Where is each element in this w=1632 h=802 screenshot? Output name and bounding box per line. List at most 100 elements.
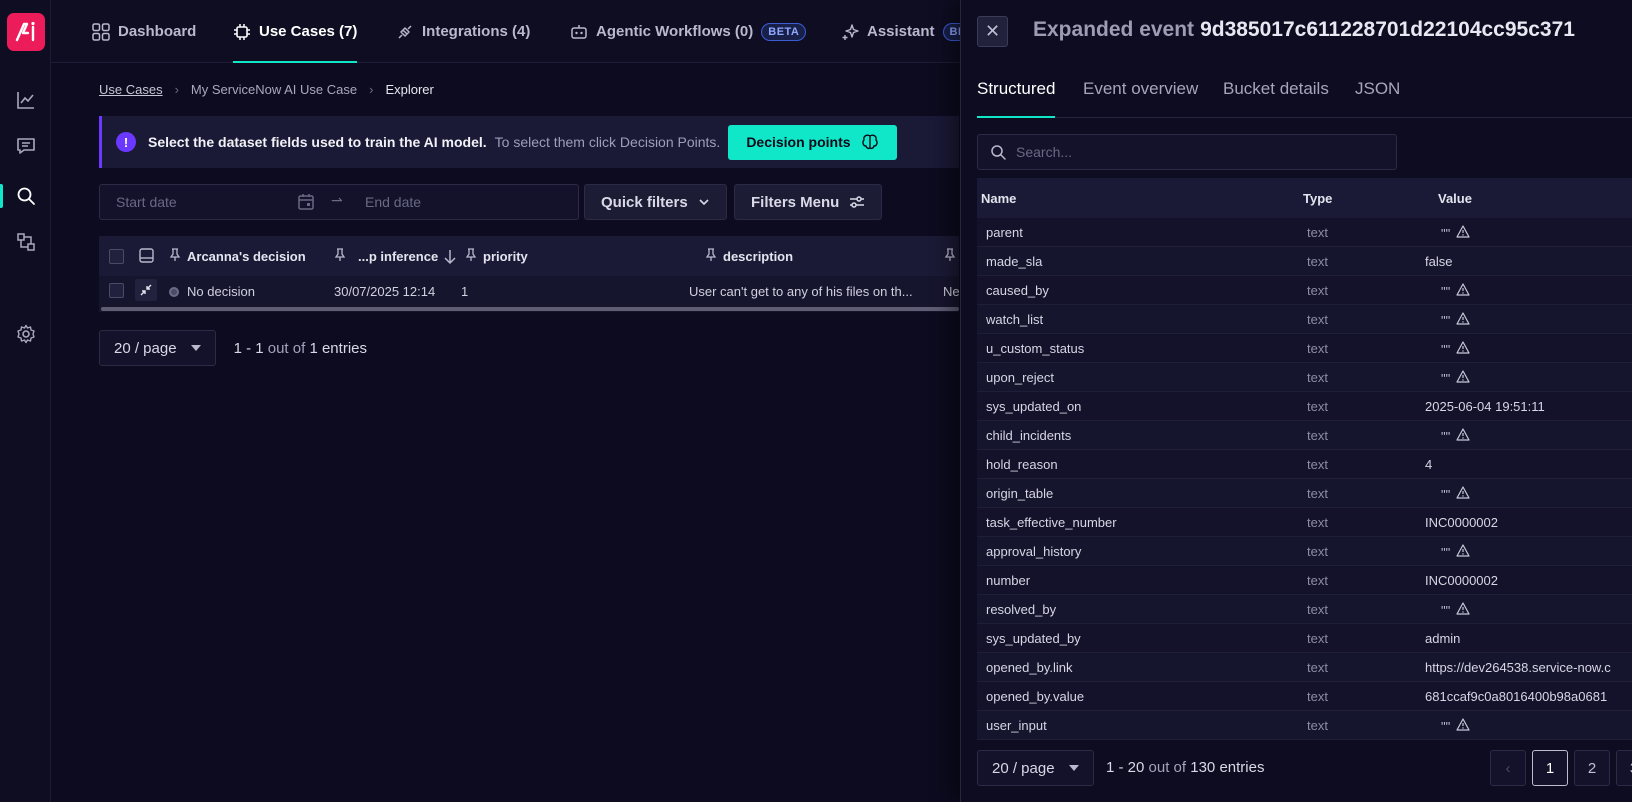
field-type: text (1307, 573, 1328, 588)
field-name: opened_by.value (986, 689, 1085, 704)
page-size-select[interactable]: 20 / page (977, 750, 1094, 786)
table-row: number text INC0000002 (977, 566, 1632, 595)
prev-page-button[interactable]: ‹ (1490, 750, 1526, 786)
filters-menu-button[interactable]: Filters Menu (734, 184, 883, 220)
tab-json[interactable]: JSON (1355, 79, 1400, 99)
decision-value: No decision (187, 284, 255, 299)
caret-down-icon (190, 345, 201, 351)
breadcrumb-use-cases[interactable]: Use Cases (99, 82, 163, 97)
field-type: text (1307, 225, 1328, 240)
column-priority[interactable]: priority (465, 248, 528, 265)
page-button[interactable]: 3 (1616, 750, 1632, 786)
quick-filters-button[interactable]: Quick filters (584, 184, 727, 220)
column-name: Name (981, 191, 1017, 206)
page-button[interactable]: 1 (1532, 750, 1568, 786)
tab-bucket-details[interactable]: Bucket details (1223, 79, 1329, 99)
table-row: caused_by text "" (977, 276, 1632, 305)
fields-table-body: parent text "" made_sla text false caused_by te… (977, 218, 1632, 740)
pin-icon[interactable] (334, 248, 346, 265)
analytics-icon[interactable] (14, 88, 38, 112)
field-name: approval_history (986, 544, 1082, 559)
tab-event-overview[interactable]: Event overview (1083, 79, 1198, 99)
field-search-input[interactable]: Search... (977, 134, 1397, 170)
field-type: text (1307, 312, 1328, 327)
timestamp-cell: 30/07/2025 12:14 (334, 284, 436, 299)
close-drawer-button[interactable]: ✕ (977, 16, 1008, 47)
close-icon: ✕ (984, 21, 1001, 41)
sort-desc-icon[interactable] (444, 249, 456, 265)
field-value: 4 (1425, 457, 1433, 472)
column-arcanna-decision[interactable]: Arcanna's decision (169, 248, 306, 265)
priority-cell: 1 (461, 284, 469, 299)
column-description[interactable]: description (705, 248, 793, 265)
end-date-input[interactable]: End date (365, 194, 421, 210)
field-value: "" (1441, 225, 1470, 241)
warning-icon (1456, 370, 1470, 386)
row-checkbox[interactable] (109, 283, 124, 298)
collapse-arrows-icon[interactable] (135, 279, 157, 301)
banner-message: Select the dataset fields used to train … (148, 134, 487, 150)
table-row[interactable]: No decision 30/07/2025 12:14 1 User can'… (99, 276, 960, 306)
tab-structured[interactable]: Structured (977, 79, 1056, 118)
settings-gear-icon[interactable] (14, 322, 38, 346)
date-range-picker[interactable]: Start date ⇀ End date (99, 184, 579, 220)
field-name: made_sla (986, 254, 1043, 269)
field-value: "" (1441, 312, 1470, 328)
empty-value: "" (1441, 312, 1451, 328)
field-value: "" (1441, 370, 1470, 386)
caret-down-icon (1068, 765, 1079, 771)
field-name: user_input (986, 718, 1047, 733)
logo-icon (15, 21, 35, 42)
field-name: origin_table (986, 486, 1054, 501)
decision-points-button[interactable]: Decision points (728, 124, 897, 160)
field-value: false (1425, 254, 1453, 269)
warning-icon (1456, 283, 1470, 299)
field-type: text (1307, 718, 1328, 733)
table-row: made_sla text false (977, 247, 1632, 276)
nav-use-cases-label: Use Cases (7) (259, 23, 358, 40)
field-type: text (1307, 254, 1328, 269)
pin-icon[interactable] (705, 248, 717, 265)
chat-icon[interactable] (14, 134, 38, 158)
pin-icon[interactable] (465, 248, 477, 265)
page-button[interactable]: 2 (1574, 750, 1610, 786)
fields-table: Name Type Value parent text "" made_sla text… (977, 178, 1632, 740)
breadcrumb-use-case[interactable]: My ServiceNow AI Use Case (191, 82, 357, 97)
pin-icon[interactable] (944, 248, 956, 262)
arcanna-logo[interactable] (7, 13, 45, 51)
field-value: "" (1441, 486, 1470, 502)
page-size-select[interactable]: 20 / page (99, 330, 216, 366)
events-table: Arcanna's decision ...p inference priori… (99, 236, 960, 312)
field-name: number (986, 573, 1031, 588)
table-row: opened_by.link text https://dev264538.serv… (977, 653, 1632, 682)
field-type: text (1307, 602, 1328, 617)
field-value: "" (1441, 544, 1470, 560)
nav-dashboard[interactable]: Dashboard (92, 0, 196, 63)
rail-active-indicator (0, 184, 3, 208)
out-of-text: out of (1148, 759, 1187, 776)
columns-layout-icon[interactable] (139, 248, 154, 268)
explorer-search-icon[interactable] (14, 184, 38, 208)
nav-use-cases[interactable]: Use Cases (7) (233, 0, 358, 63)
quick-filters-label: Quick filters (601, 193, 688, 211)
workflow-icon[interactable] (14, 230, 38, 254)
nav-integrations[interactable]: Integrations (4) (396, 0, 530, 63)
nav-agentic-workflows[interactable]: Agentic Workflows (0) BETA (570, 0, 807, 63)
table-row: resolved_by text "" (977, 595, 1632, 624)
pin-icon[interactable] (169, 248, 181, 265)
field-name: parent (986, 225, 1023, 240)
exclamation-icon: ! (116, 132, 136, 152)
select-all-checkbox[interactable] (109, 249, 124, 264)
table-row: u_custom_status text "" (977, 334, 1632, 363)
table-row: upon_reject text "" (977, 363, 1632, 392)
start-date-input[interactable]: Start date (116, 194, 177, 210)
calendar-icon[interactable] (297, 193, 315, 214)
total-text: 130 (1190, 759, 1216, 776)
nav-assistant-label: Assistant (867, 23, 935, 40)
column-inference[interactable]: ...p inference (334, 248, 456, 265)
warning-icon (1456, 312, 1470, 328)
horizontal-scrollbar[interactable] (101, 307, 959, 311)
page-size-value: 20 / page (992, 759, 1055, 777)
field-name: sys_updated_on (986, 399, 1082, 414)
table-row: hold_reason text 4 (977, 450, 1632, 479)
